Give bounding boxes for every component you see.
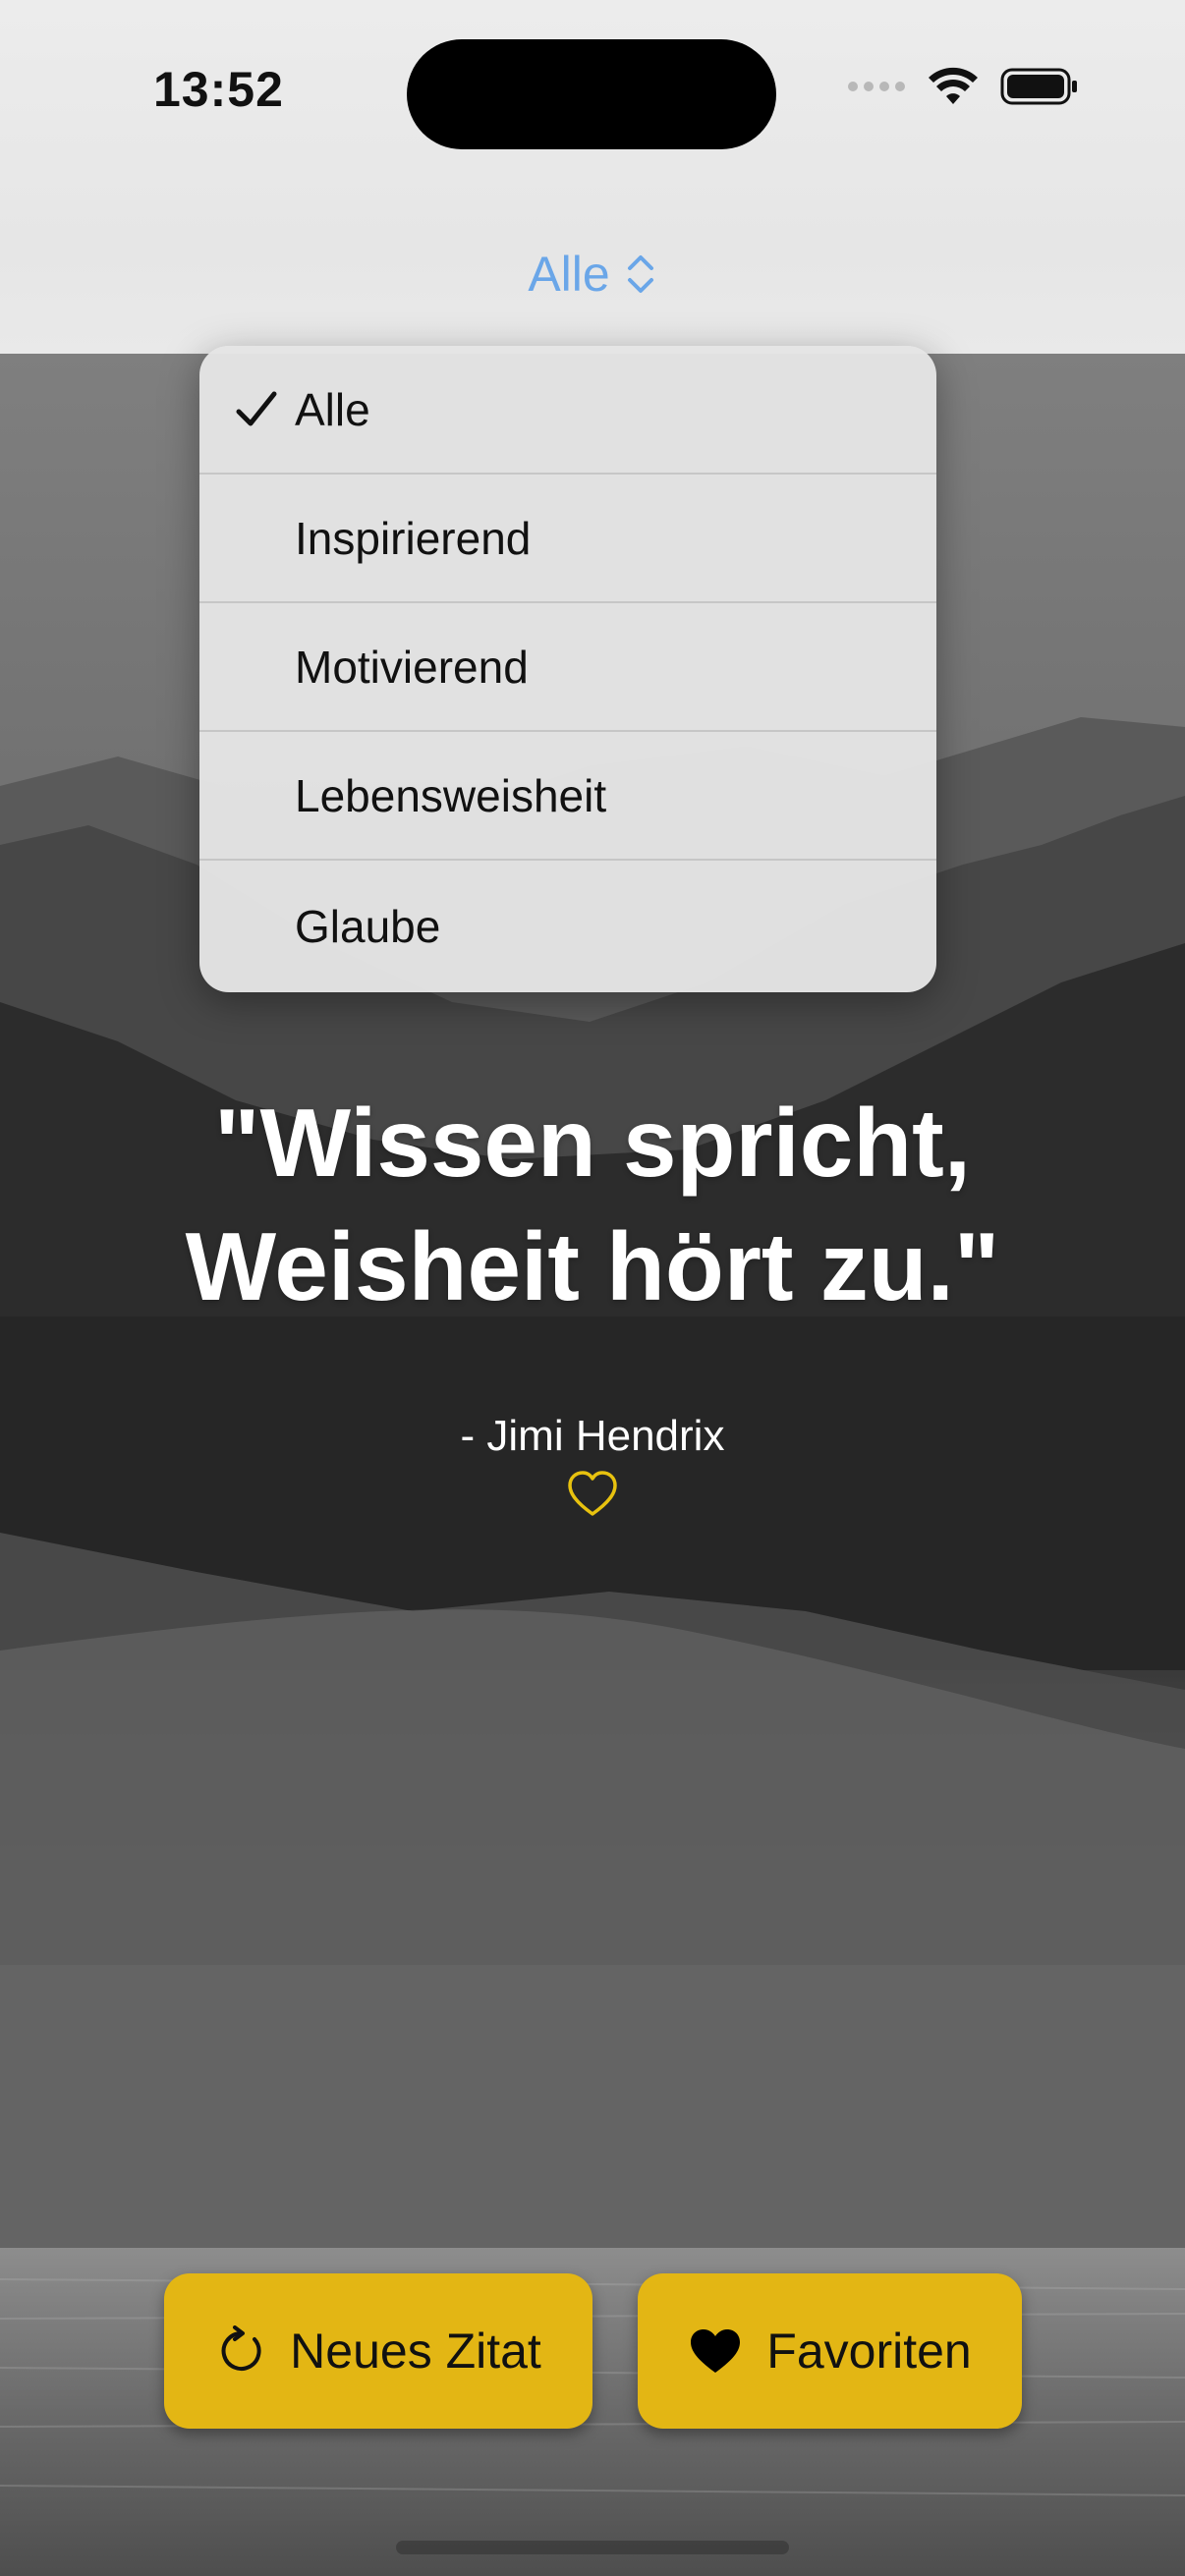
- quote-text: "Wissen spricht, Weisheit hört zu.": [185, 1089, 1000, 1320]
- home-indicator: [396, 2541, 789, 2554]
- category-picker[interactable]: Alle: [0, 246, 1185, 303]
- menu-item-lebensweisheit[interactable]: Lebensweisheit: [199, 732, 936, 861]
- menu-item-label: Glaube: [295, 901, 441, 952]
- quote-author: - Jimi Hendrix: [460, 1412, 725, 1460]
- category-dropdown-menu: Alle Inspirierend Motivierend Lebensweis…: [199, 346, 936, 992]
- wifi-icon: [929, 67, 978, 104]
- status-time: 13:52: [153, 62, 284, 117]
- new-quote-button[interactable]: Neues Zitat: [164, 2273, 592, 2429]
- battery-icon: [1000, 68, 1077, 105]
- menu-item-alle[interactable]: Alle: [199, 346, 936, 475]
- dynamic-island: [407, 39, 776, 149]
- favorites-button[interactable]: Favoriten: [638, 2273, 1022, 2429]
- menu-item-inspirierend[interactable]: Inspirierend: [199, 475, 936, 603]
- status-icons: [847, 67, 1079, 106]
- menu-item-motivierend[interactable]: Motivierend: [199, 603, 936, 732]
- chevron-up-down-icon: [627, 255, 653, 293]
- menu-item-label: Lebensweisheit: [295, 769, 607, 821]
- menu-item-label: Alle: [295, 383, 370, 435]
- category-picker-label: Alle: [528, 247, 610, 302]
- refresh-icon: [221, 2325, 261, 2371]
- heart-outline-icon[interactable]: [566, 1468, 619, 1521]
- quote-app-screen: 13:52 Alle Alle Inspirierend Motivierend…: [0, 0, 1185, 2576]
- menu-item-label: Motivierend: [295, 641, 529, 693]
- new-quote-label: Neues Zitat: [290, 2324, 541, 2379]
- menu-item-label: Inspirierend: [295, 512, 532, 564]
- checkmark-icon: [236, 391, 277, 425]
- heart-filled-icon: [691, 2329, 741, 2373]
- cellular-signal-icon: [848, 82, 905, 91]
- favorites-label: Favoriten: [766, 2324, 972, 2379]
- menu-item-glaube[interactable]: Glaube: [199, 861, 936, 992]
- top-navigation-bar: 13:52 Alle: [0, 0, 1185, 354]
